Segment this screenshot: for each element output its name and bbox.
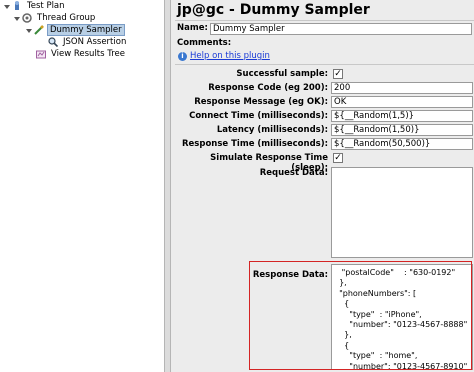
response-line: "number": "0123-4567-8888" bbox=[334, 320, 468, 330]
response-line: "phoneNumbers": [ bbox=[334, 288, 417, 298]
dummy-sampler-icon bbox=[34, 25, 44, 35]
page-title: jp@gc - Dummy Sampler bbox=[177, 2, 370, 18]
tree-item-label: JSON Assertion bbox=[63, 37, 127, 47]
sampler-config-panel: jp@gc - Dummy Sampler Name: Dummy Sample… bbox=[171, 0, 474, 372]
successful-sample-checkbox[interactable]: ✓ bbox=[333, 69, 343, 79]
divider bbox=[175, 20, 474, 21]
tree-item-label: View Results Tree bbox=[51, 49, 125, 59]
tree-expand-toggle[interactable] bbox=[26, 27, 32, 33]
latency-field[interactable]: ${__Random(1,50)} bbox=[331, 124, 473, 136]
response-code-label: Response Code (eg 200): bbox=[208, 83, 328, 93]
connect-time-label: Connect Time (milliseconds): bbox=[189, 111, 328, 121]
help-link-row[interactable]: i Help on this plugin bbox=[178, 51, 270, 61]
response-line: }, bbox=[334, 278, 347, 288]
response-line: { bbox=[334, 340, 350, 350]
request-data-textarea[interactable] bbox=[331, 167, 473, 258]
request-data-label: Request Data: bbox=[259, 168, 328, 178]
response-line: "postalCode" : "630-0192" bbox=[334, 268, 456, 277]
check-mark-icon: ✓ bbox=[334, 69, 342, 79]
magnifier-icon bbox=[48, 37, 59, 48]
tree-item-label: Test Plan bbox=[27, 1, 65, 11]
tree-item-test-plan[interactable]: Test Plan bbox=[4, 0, 67, 12]
thread-group-icon bbox=[22, 13, 32, 23]
response-code-field[interactable]: 200 bbox=[331, 82, 473, 94]
response-line: }, bbox=[334, 330, 352, 340]
response-time-field[interactable]: ${__Random(50,500)} bbox=[331, 138, 473, 150]
response-message-label: Response Message (eg OK): bbox=[194, 97, 328, 107]
tree-item-view-results-tree[interactable]: View Results Tree bbox=[36, 48, 127, 60]
simulate-response-time-checkbox[interactable]: ✓ bbox=[333, 153, 343, 163]
info-icon: i bbox=[178, 51, 187, 61]
tree-item-thread-group[interactable]: Thread Group bbox=[14, 12, 97, 24]
results-tree-icon bbox=[36, 49, 46, 59]
response-time-label: Response Time (milliseconds): bbox=[182, 139, 328, 149]
divider bbox=[175, 64, 474, 65]
response-data-label: Response Data: bbox=[252, 270, 328, 280]
tree-expand-toggle[interactable] bbox=[14, 15, 20, 21]
response-line: { bbox=[334, 299, 350, 309]
test-plan-tree: Test Plan Thread Group Dummy Sampler JSO… bbox=[0, 0, 164, 372]
tree-expand-toggle[interactable] bbox=[4, 3, 10, 9]
tree-item-label: Dummy Sampler bbox=[47, 24, 125, 36]
response-message-field[interactable]: OK bbox=[331, 96, 473, 108]
tree-item-dummy-sampler[interactable]: Dummy Sampler bbox=[26, 24, 125, 36]
name-label: Name: bbox=[177, 23, 208, 33]
check-mark-icon: ✓ bbox=[334, 153, 342, 163]
latency-label: Latency (milliseconds): bbox=[216, 125, 328, 135]
split-pane-divider[interactable] bbox=[164, 0, 171, 372]
response-line: "type" : "home", bbox=[334, 351, 418, 361]
successful-sample-label: Successful sample: bbox=[236, 69, 328, 79]
response-line: "number": "0123-4567-8910" bbox=[334, 361, 468, 370]
tree-item-json-assertion[interactable]: JSON Assertion bbox=[48, 36, 128, 48]
comments-label: Comments: bbox=[177, 38, 232, 48]
help-link[interactable]: Help on this plugin bbox=[190, 51, 270, 61]
tree-item-label: Thread Group bbox=[37, 13, 96, 23]
response-line: "type" : "iPhone", bbox=[334, 309, 422, 319]
connect-time-field[interactable]: ${__Random(1,5)} bbox=[331, 110, 473, 122]
response-data-textarea[interactable]: "postalCode" : "630-0192" }, "phoneNumbe… bbox=[331, 264, 473, 370]
test-plan-icon bbox=[12, 1, 22, 11]
name-field[interactable]: Dummy Sampler bbox=[210, 23, 472, 35]
